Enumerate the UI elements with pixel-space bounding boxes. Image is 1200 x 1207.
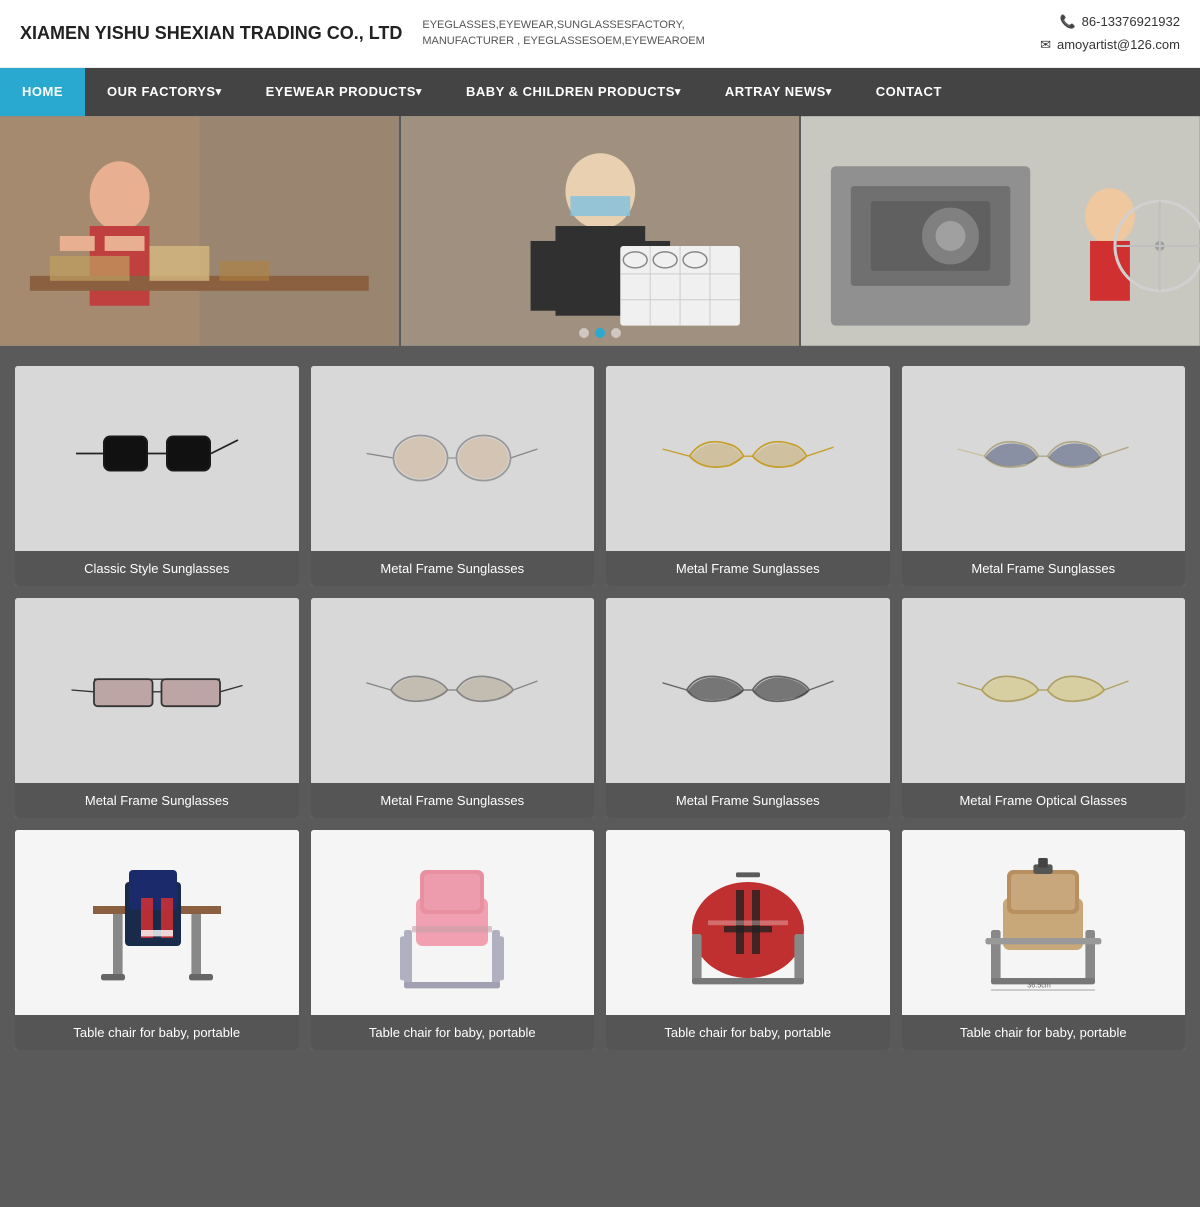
banner-image-1	[0, 116, 399, 346]
product-label-5: Metal Frame Sunglasses	[15, 783, 299, 818]
carousel-dots	[579, 328, 621, 338]
product-image-7	[606, 598, 890, 783]
product-image-9	[15, 830, 299, 1015]
nav-contact[interactable]: CONTACT	[854, 68, 964, 116]
product-card-3[interactable]: Metal Frame Sunglasses	[606, 366, 890, 586]
product-image-11	[606, 830, 890, 1015]
product-grid: Classic Style Sunglasses Metal Frame Sun…	[15, 366, 1185, 1050]
product-label-9: Table chair for baby, portable	[15, 1015, 299, 1050]
nav-home[interactable]: HOME	[0, 68, 85, 116]
product-card-7[interactable]: Metal Frame Sunglasses	[606, 598, 890, 818]
phone-icon: 📞	[1059, 10, 1075, 33]
product-label-6: Metal Frame Sunglasses	[311, 783, 595, 818]
product-label-7: Metal Frame Sunglasses	[606, 783, 890, 818]
product-label-3: Metal Frame Sunglasses	[606, 551, 890, 586]
product-label-1: Classic Style Sunglasses	[15, 551, 299, 586]
product-card-10[interactable]: Table chair for baby, portable	[311, 830, 595, 1050]
product-grid-container: Classic Style Sunglasses Metal Frame Sun…	[0, 346, 1200, 1070]
contact-info: 📞 86-13376921932 ✉ amoyartist@126.com	[1040, 10, 1180, 57]
nav-baby[interactable]: BABY & CHILDREN PRODUCTS	[444, 68, 703, 116]
product-label-4: Metal Frame Sunglasses	[902, 551, 1186, 586]
product-card-11[interactable]: Table chair for baby, portable	[606, 830, 890, 1050]
product-card-4[interactable]: Metal Frame Sunglasses	[902, 366, 1186, 586]
dot-3[interactable]	[611, 328, 621, 338]
dot-2[interactable]	[595, 328, 605, 338]
main-nav: HOME OUR FACTORYS EYEWEAR PRODUCTS BABY …	[0, 68, 1200, 116]
product-image-1	[15, 366, 299, 551]
email-icon: ✉	[1040, 33, 1051, 56]
product-label-12: Table chair for baby, portable	[902, 1015, 1186, 1050]
phone-info: 📞 86-13376921932	[1040, 10, 1180, 33]
dot-1[interactable]	[579, 328, 589, 338]
product-image-3	[606, 366, 890, 551]
nav-factorys[interactable]: OUR FACTORYS	[85, 68, 244, 116]
product-card-1[interactable]: Classic Style Sunglasses	[15, 366, 299, 586]
banner-image-2	[399, 116, 800, 346]
email-info: ✉ amoyartist@126.com	[1040, 33, 1180, 56]
product-image-5	[15, 598, 299, 783]
nav-eyewear[interactable]: EYEWEAR PRODUCTS	[244, 68, 444, 116]
product-image-10	[311, 830, 595, 1015]
product-image-12: 36.5cm	[902, 830, 1186, 1015]
product-label-10: Table chair for baby, portable	[311, 1015, 595, 1050]
site-header: XIAMEN YISHU SHEXIAN TRADING CO., LTD EY…	[0, 0, 1200, 68]
product-card-5[interactable]: Metal Frame Sunglasses	[15, 598, 299, 818]
hero-banner	[0, 116, 1200, 346]
product-card-12[interactable]: 36.5cm Table chair for baby, portable	[902, 830, 1186, 1050]
product-image-4	[902, 366, 1186, 551]
product-card-8[interactable]: Metal Frame Optical Glasses	[902, 598, 1186, 818]
svg-text:36.5cm: 36.5cm	[1027, 981, 1051, 990]
header-left: XIAMEN YISHU SHEXIAN TRADING CO., LTD EY…	[20, 17, 705, 50]
product-label-11: Table chair for baby, portable	[606, 1015, 890, 1050]
product-label-8: Metal Frame Optical Glasses	[902, 783, 1186, 818]
product-image-2	[311, 366, 595, 551]
product-image-8	[902, 598, 1186, 783]
product-card-9[interactable]: Table chair for baby, portable	[15, 830, 299, 1050]
company-name: XIAMEN YISHU SHEXIAN TRADING CO., LTD	[20, 23, 402, 44]
product-image-6	[311, 598, 595, 783]
banner-image-3	[799, 116, 1200, 346]
product-label-2: Metal Frame Sunglasses	[311, 551, 595, 586]
nav-news[interactable]: ARTRAY NEWS	[703, 68, 854, 116]
product-card-2[interactable]: Metal Frame Sunglasses	[311, 366, 595, 586]
company-tagline: EYEGLASSES,EYEWEAR,SUNGLASSESFACTORY, MA…	[422, 17, 704, 50]
bottom-spacer	[0, 1070, 1200, 1090]
product-card-6[interactable]: Metal Frame Sunglasses	[311, 598, 595, 818]
